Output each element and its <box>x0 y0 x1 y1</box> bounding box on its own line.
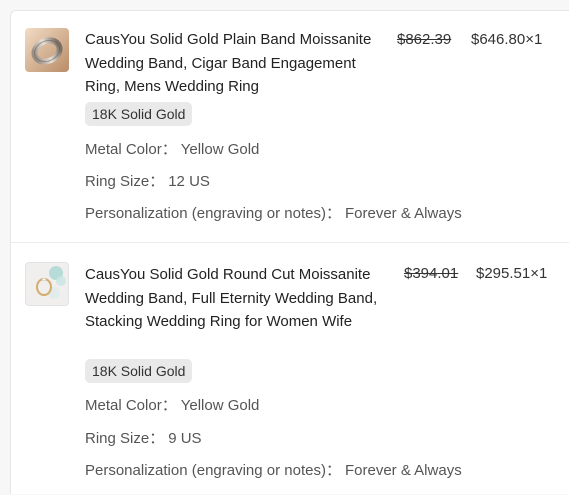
original-price: $394.01 <box>404 265 459 282</box>
personalization-row: Personalization (engraving or notes)： For… <box>85 202 462 223</box>
product-title[interactable]: CausYou Solid Gold Plain Band Moissanite… <box>85 28 385 99</box>
material-badge: 18K Solid Gold <box>85 102 193 126</box>
detail-label: Personalization (engraving or notes) <box>85 462 326 479</box>
order-item: CausYou Solid Gold Plain Band Moissanite… <box>11 11 569 242</box>
detail-separator: ： <box>149 173 165 190</box>
price-quantity: $295.51×1 <box>476 265 548 282</box>
ring-product-image <box>25 28 69 72</box>
material-badge: 18K Solid Gold <box>85 359 193 383</box>
detail-label: Metal Color <box>85 141 162 158</box>
detail-label: Metal Color <box>85 397 162 414</box>
detail-label: Ring Size <box>85 430 150 447</box>
detail-value: Yellow Gold <box>180 141 260 158</box>
personalization-row: Personalization (engraving or notes)： For… <box>85 459 462 480</box>
detail-value: 12 US <box>168 173 210 190</box>
product-title[interactable]: CausYou Solid Gold Round Cut Moissanite … <box>85 263 397 334</box>
ring-size-row: Ring Size： 9 US <box>85 427 202 448</box>
detail-separator: ： <box>149 430 165 447</box>
original-price: $862.39 <box>397 31 452 48</box>
product-thumbnail[interactable] <box>25 28 69 72</box>
metal-color-row: Metal Color： Yellow Gold <box>85 394 259 415</box>
detail-value: Forever & Always <box>344 462 462 479</box>
ring-size-row: Ring Size： 12 US <box>85 170 210 191</box>
detail-value: Forever & Always <box>344 205 462 222</box>
order-items-panel: CausYou Solid Gold Plain Band Moissanite… <box>10 10 569 494</box>
detail-label: Personalization (engraving or notes) <box>85 205 326 222</box>
detail-separator: ： <box>325 205 341 222</box>
detail-separator: ： <box>325 462 341 479</box>
detail-label: Ring Size <box>85 173 150 190</box>
price-quantity: $646.80×1 <box>471 31 543 48</box>
metal-color-row: Metal Color： Yellow Gold <box>85 138 259 159</box>
product-thumbnail[interactable] <box>25 262 69 306</box>
ring-product-image <box>26 263 68 305</box>
detail-separator: ： <box>161 397 177 414</box>
detail-value: Yellow Gold <box>180 397 260 414</box>
detail-value: 9 US <box>168 430 202 447</box>
detail-separator: ： <box>161 141 177 158</box>
